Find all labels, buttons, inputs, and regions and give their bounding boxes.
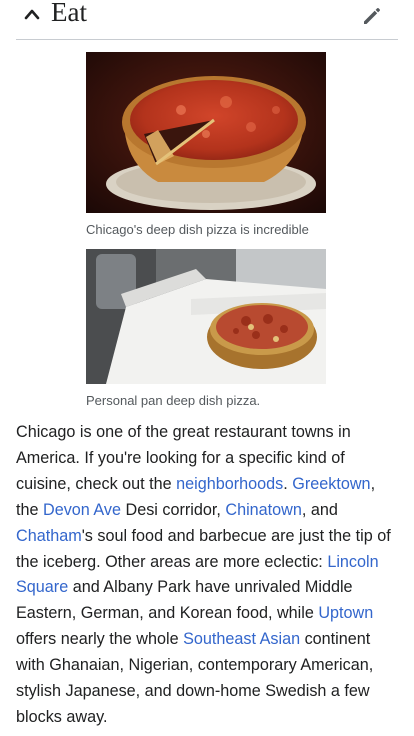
article-paragraph: Chicago is one of the great restaurant t…	[16, 420, 400, 731]
figure-caption: Chicago's deep dish pizza is incredible	[86, 222, 309, 237]
section-title: Eat	[51, 0, 87, 27]
link-chatham[interactable]: Chatham	[16, 527, 82, 545]
link-greektown[interactable]: Greektown	[292, 475, 370, 493]
paragraph-text: offers nearly the whole	[16, 630, 184, 649]
pencil-icon[interactable]	[360, 4, 384, 28]
link-uptown[interactable]: Uptown	[318, 604, 373, 622]
link-chinatown[interactable]: Chinatown	[225, 501, 302, 519]
paragraph-text: .	[283, 474, 293, 493]
figure-deep-dish-pizza: Chicago's deep dish pizza is incredible	[86, 52, 326, 239]
link-southeast-asian[interactable]: Southeast Asian	[183, 630, 300, 648]
link-devon-ave[interactable]: Devon Ave	[43, 501, 121, 519]
paragraph-text: , and	[301, 500, 338, 519]
deep-dish-pizza-image[interactable]	[86, 52, 326, 213]
figure-personal-pan-pizza: Personal pan deep dish pizza.	[86, 249, 326, 410]
figure-caption: Personal pan deep dish pizza.	[86, 393, 261, 408]
section-header-eat[interactable]: Eat	[16, 0, 398, 40]
chevron-up-icon[interactable]	[24, 8, 40, 20]
link-neighborhoods[interactable]: neighborhoods	[176, 475, 283, 493]
personal-pan-pizza-image[interactable]	[86, 249, 326, 384]
paragraph-text: Desi corridor,	[121, 500, 226, 519]
